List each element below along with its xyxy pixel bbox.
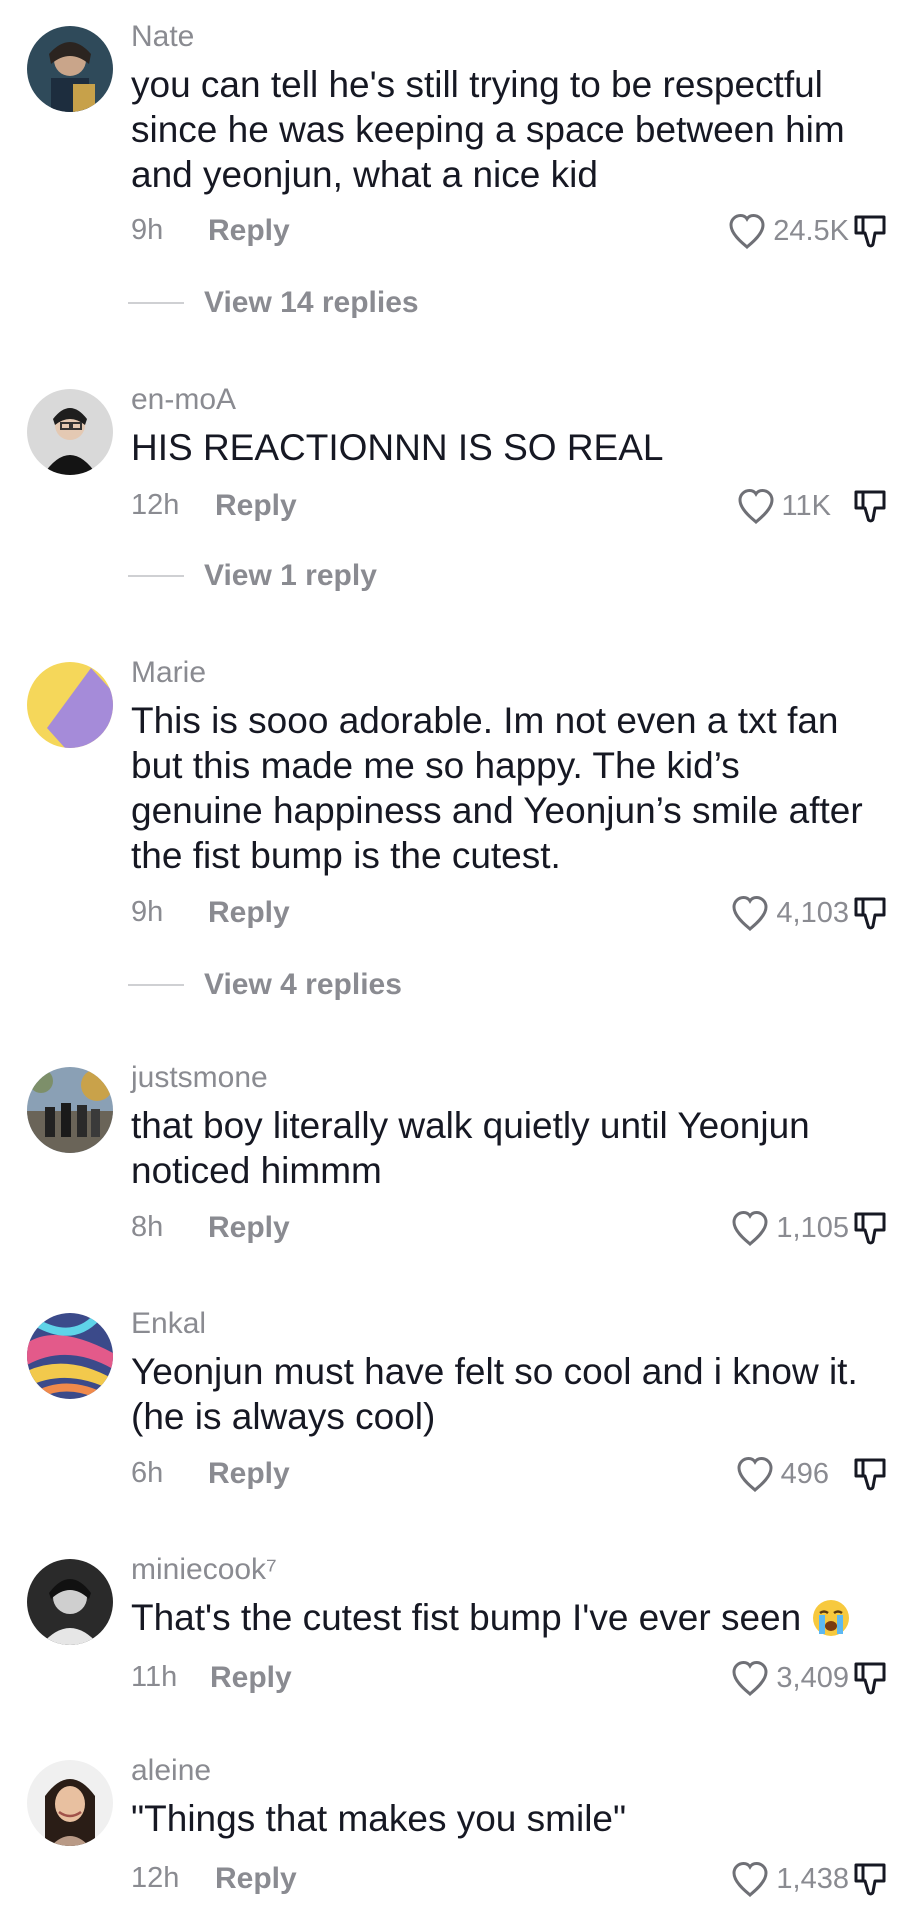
comment-timestamp: 12h <box>131 489 180 521</box>
view-replies-button[interactable]: View 4 replies <box>128 968 402 1002</box>
avatar[interactable] <box>27 1559 113 1645</box>
like-count: 11K <box>781 489 831 522</box>
thumbs-down-outline-icon <box>854 215 886 248</box>
comment-username[interactable]: justsmone <box>131 1061 268 1095</box>
avatar[interactable] <box>27 1313 113 1399</box>
thumbs-down-outline-icon <box>854 897 886 930</box>
view-replies-divider <box>128 984 184 986</box>
comment-timestamp: 12h <box>131 1862 180 1894</box>
comment-text: That's the cutest fist bump I've ever se… <box>131 1595 871 1640</box>
heart-outline-icon <box>737 1456 773 1493</box>
view-replies-button[interactable]: View 14 replies <box>128 286 419 320</box>
comment-text: you can tell he's still trying to be res… <box>131 64 845 195</box>
like-count: 4,103 <box>776 896 849 929</box>
reply-button[interactable]: Reply <box>215 489 297 523</box>
reply-button[interactable]: Reply <box>208 896 290 930</box>
heart-outline-icon <box>738 488 774 525</box>
comment-list: Nate you can tell he's still trying to b… <box>0 0 909 1920</box>
thumbs-down-outline-icon <box>854 1662 886 1695</box>
comment-username[interactable]: Marie <box>131 656 206 690</box>
like-button[interactable]: 1,105 <box>730 1209 849 1247</box>
thumbs-down-outline-icon <box>854 1863 886 1896</box>
view-replies-divider <box>128 575 184 577</box>
like-count: 24.5K <box>773 214 849 247</box>
comment-text-content: That's the cutest fist bump I've ever se… <box>131 1597 802 1638</box>
avatar[interactable] <box>27 662 113 748</box>
dislike-button[interactable] <box>851 487 889 525</box>
view-replies-label: View 4 replies <box>204 968 402 1001</box>
reply-button[interactable]: Reply <box>208 214 290 248</box>
avatar[interactable] <box>27 1760 113 1846</box>
like-count: 496 <box>780 1457 829 1490</box>
dislike-button[interactable] <box>851 1659 889 1697</box>
heart-outline-icon <box>732 1660 768 1697</box>
dislike-button[interactable] <box>851 212 889 250</box>
thumbs-down-outline-icon <box>854 1212 886 1245</box>
heart-outline-icon <box>732 1861 768 1898</box>
avatar[interactable] <box>27 1067 113 1153</box>
heart-outline-icon <box>729 213 765 250</box>
comment-text: that boy literally walk quietly until Ye… <box>131 1105 810 1191</box>
comment-timestamp: 9h <box>131 214 164 246</box>
view-replies-divider <box>128 302 184 304</box>
comment-username[interactable]: aleine <box>131 1754 211 1788</box>
view-replies-button[interactable]: View 1 reply <box>128 559 377 593</box>
like-button[interactable]: 3,409 <box>730 1659 849 1697</box>
like-count: 3,409 <box>776 1661 849 1694</box>
like-button[interactable]: 11K <box>736 487 831 525</box>
reply-button[interactable]: Reply <box>208 1211 290 1245</box>
avatar[interactable] <box>27 389 113 475</box>
thumbs-down-outline-icon <box>854 490 886 523</box>
comment-timestamp: 6h <box>131 1457 164 1489</box>
dislike-button[interactable] <box>851 1860 889 1898</box>
like-button[interactable]: 1,438 <box>730 1860 849 1898</box>
view-replies-label: View 1 reply <box>204 559 377 592</box>
dislike-button[interactable] <box>851 894 889 932</box>
dislike-button[interactable] <box>851 1209 889 1247</box>
loudly-crying-face-emoji <box>811 1598 851 1638</box>
heart-outline-icon <box>732 895 768 932</box>
like-button[interactable]: 4,103 <box>730 894 849 932</box>
comment-username[interactable]: miniecook⁷ <box>131 1553 277 1587</box>
comment-text: This is sooo adorable. Im not even a txt… <box>131 700 863 876</box>
comment-timestamp: 8h <box>131 1211 164 1243</box>
comment-timestamp: 11h <box>131 1661 178 1693</box>
comment-username[interactable]: en-moA <box>131 383 236 417</box>
comment-username[interactable]: Nate <box>131 20 194 54</box>
comment-username[interactable]: Enkal <box>131 1307 206 1341</box>
reply-button[interactable]: Reply <box>210 1661 292 1695</box>
reply-button[interactable]: Reply <box>215 1862 297 1896</box>
comment-text: HIS REACTIONNN IS SO REAL <box>131 427 664 468</box>
comment-text: Yeonjun must have felt so cool and i kno… <box>131 1351 858 1437</box>
like-count: 1,438 <box>776 1862 849 1895</box>
comment-timestamp: 9h <box>131 896 164 928</box>
thumbs-down-outline-icon <box>854 1458 886 1491</box>
like-count: 1,105 <box>776 1211 849 1244</box>
dislike-button[interactable] <box>851 1455 889 1493</box>
like-button[interactable]: 496 <box>735 1455 829 1493</box>
avatar[interactable] <box>27 26 113 112</box>
comment-text: "Things that makes you smile" <box>131 1798 627 1839</box>
heart-outline-icon <box>732 1210 768 1247</box>
view-replies-label: View 14 replies <box>204 286 419 319</box>
like-button[interactable]: 24.5K <box>727 212 849 250</box>
reply-button[interactable]: Reply <box>208 1457 290 1491</box>
